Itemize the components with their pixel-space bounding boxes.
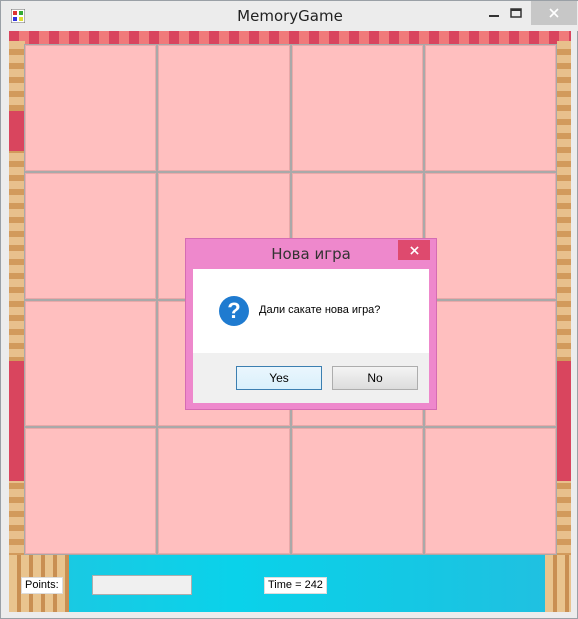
close-icon xyxy=(409,245,419,255)
card[interactable] xyxy=(291,428,423,554)
dialog-body: ? Дали сакате нова игра? Yes No xyxy=(193,269,429,403)
no-button[interactable]: No xyxy=(332,366,418,390)
bottom-right-decoration xyxy=(545,555,571,612)
status-bar: Points: Time = 242 xyxy=(9,555,571,612)
left-border-decoration xyxy=(9,41,25,561)
minimize-icon xyxy=(489,15,499,17)
time-label: Time = 242 xyxy=(264,577,327,594)
new-game-dialog: Нова игра ? Дали сакате нова игра? Yes N… xyxy=(185,238,437,410)
points-field xyxy=(92,575,192,595)
card[interactable] xyxy=(158,45,290,171)
close-button[interactable] xyxy=(531,1,577,25)
card[interactable] xyxy=(25,300,157,427)
question-icon: ? xyxy=(219,296,249,326)
maximize-button[interactable] xyxy=(501,1,531,25)
dialog-close-button[interactable] xyxy=(398,240,430,260)
maximize-icon xyxy=(510,8,522,18)
card[interactable] xyxy=(25,172,157,299)
svg-text:?: ? xyxy=(227,298,240,323)
card[interactable] xyxy=(158,428,290,554)
dialog-message: Дали сакате нова игра? xyxy=(259,304,381,316)
card[interactable] xyxy=(424,428,556,554)
card[interactable] xyxy=(25,428,157,554)
card[interactable] xyxy=(424,172,556,299)
yes-button[interactable]: Yes xyxy=(236,366,322,390)
dialog-message-area: ? Дали сакате нова игра? xyxy=(193,269,429,353)
points-label: Points: xyxy=(21,577,63,594)
close-icon xyxy=(549,8,559,18)
right-border-decoration xyxy=(557,41,571,561)
card[interactable] xyxy=(25,45,157,171)
card[interactable] xyxy=(424,300,556,427)
card[interactable] xyxy=(424,45,556,171)
title-bar[interactable]: MemoryGame xyxy=(1,1,578,31)
card[interactable] xyxy=(291,45,423,171)
